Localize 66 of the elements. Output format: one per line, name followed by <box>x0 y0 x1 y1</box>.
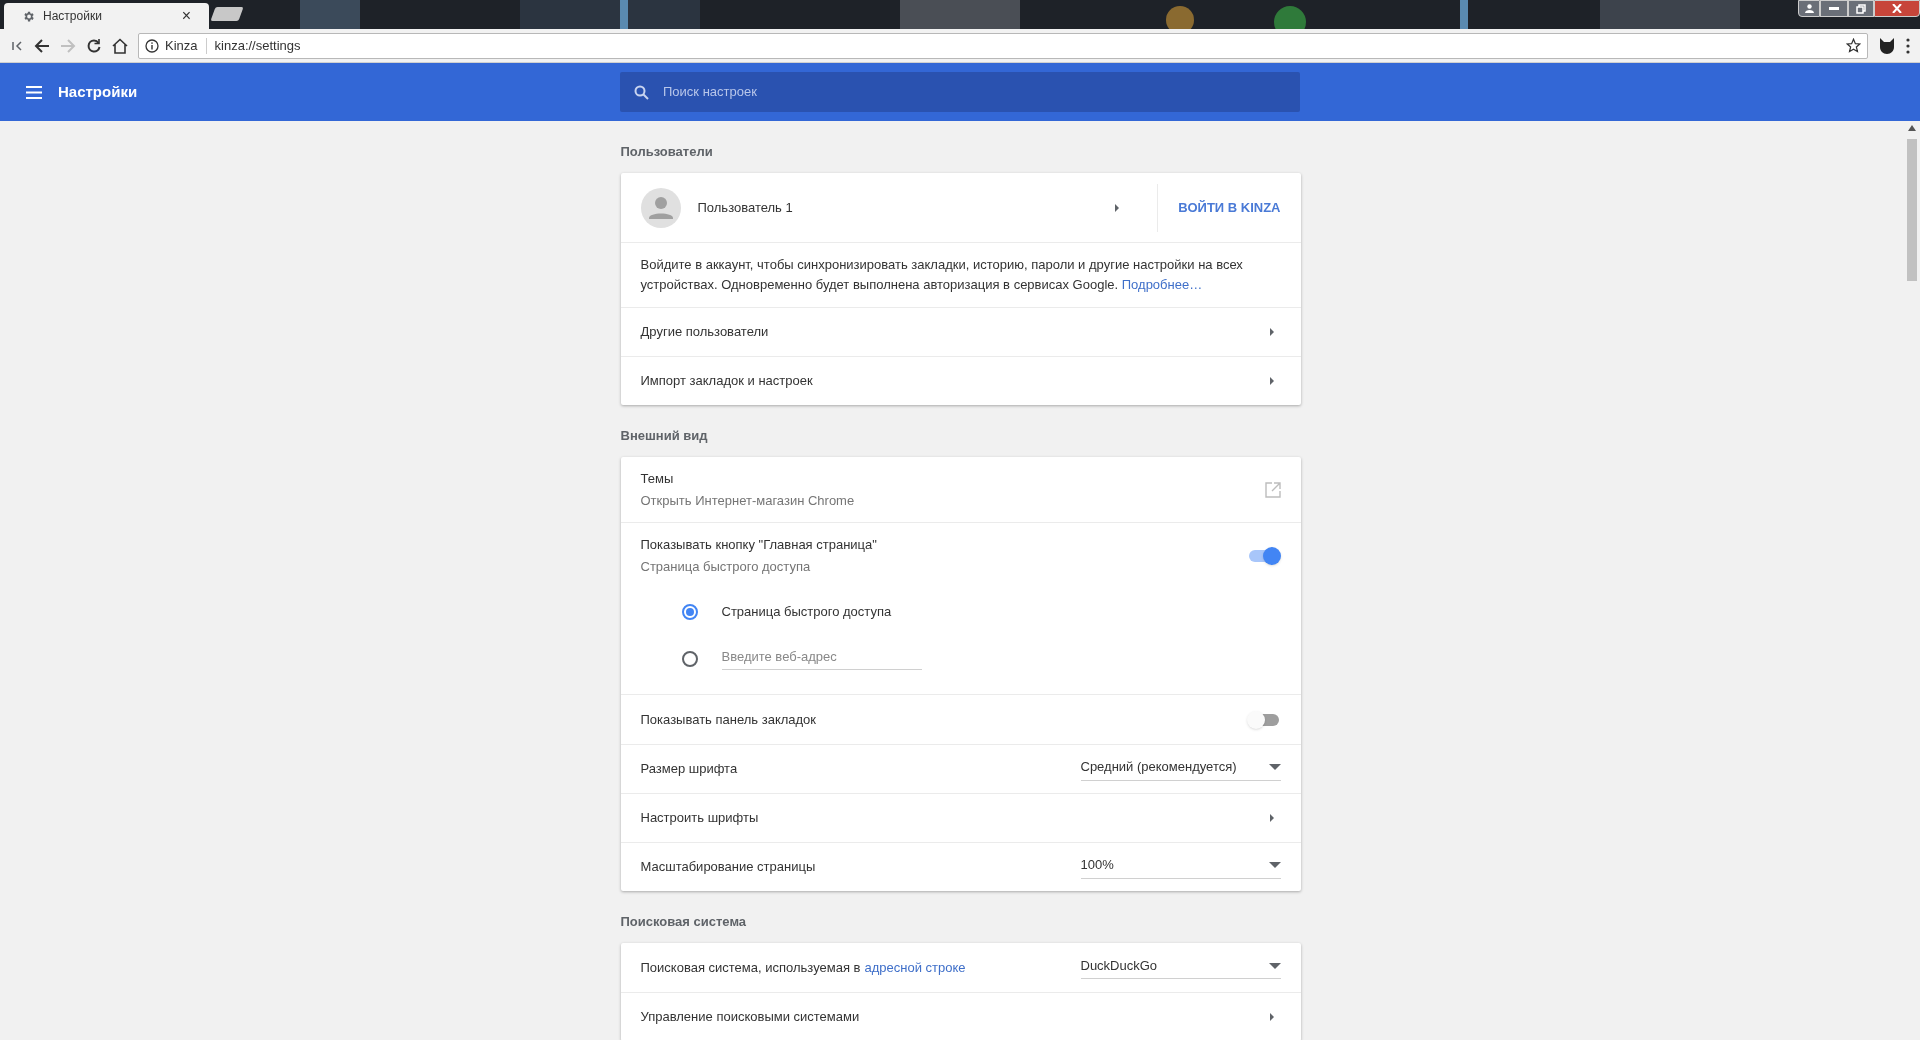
address-bar-link[interactable]: адресной строке <box>864 957 966 978</box>
arrow-right-icon <box>1268 376 1275 386</box>
section-title: Пользователи <box>620 143 713 162</box>
setting-label: Темы <box>640 470 675 488</box>
arrow-right-icon <box>1114 202 1121 213</box>
menu-icon[interactable] <box>26 85 42 99</box>
setting-label: Поисковая система, используемая в <box>640 958 861 977</box>
tab-close-button[interactable]: × <box>181 4 191 28</box>
close-icon <box>1892 4 1902 13</box>
address-bar[interactable]: Kinza kinza://settings <box>138 32 1868 59</box>
dropdown-select[interactable]: DuckDuckGo <box>1080 955 1281 980</box>
user-name[interactable]: Пользователь 1 <box>697 197 1115 218</box>
browser-tab[interactable]: Настройки × <box>4 3 209 29</box>
setting-label: Управление поисковыми системами <box>640 1008 860 1027</box>
home-icon[interactable] <box>112 37 128 54</box>
radio-button[interactable] <box>681 603 698 620</box>
site-name: Kinza <box>165 36 198 55</box>
setting-sublabel: Страница быстрого доступа <box>640 557 812 576</box>
close-button[interactable] <box>1874 0 1920 17</box>
search-input[interactable]: Поиск настроек <box>663 82 1300 102</box>
first-page-icon[interactable] <box>10 38 24 53</box>
restore-button[interactable] <box>1848 0 1874 17</box>
url-text: kinza://settings <box>214 36 302 55</box>
url-input-field[interactable]: Введите веб-адрес <box>721 646 922 671</box>
section-title: Поисковая система <box>620 913 747 932</box>
setting-sublabel: Открыть Интернет-магазин Chrome <box>640 491 855 510</box>
setting-label: Импорт закладок и настроек <box>640 372 813 391</box>
page-title: Настройки <box>58 81 138 102</box>
search-bar[interactable]: Поиск настроек <box>620 72 1300 112</box>
search-icon <box>634 84 649 100</box>
settings-icon <box>22 9 35 23</box>
setting-label: Показывать панель закладок <box>640 710 817 729</box>
cat-head-icon[interactable] <box>1878 36 1896 55</box>
back-icon[interactable] <box>34 37 50 54</box>
scroll-up-icon[interactable] <box>1907 125 1916 131</box>
caret-icon <box>1268 764 1281 770</box>
arrow-right-icon <box>1268 1012 1275 1022</box>
radio-button[interactable] <box>681 650 698 667</box>
section-title: Внешний вид <box>620 427 708 446</box>
sync-description: Войдите в аккаунт, чтобы синхронизировать закладки, историю, пароли и другие настройки на всех устройствах. Одновременно будет выполнена авторизация в сервисах Google. Подробнее… <box>640 256 1244 294</box>
tab-title: Настройки <box>43 8 103 25</box>
caret-icon <box>1268 862 1281 868</box>
star-icon[interactable] <box>1846 38 1861 53</box>
learn-more-link[interactable]: Подробнее… <box>1121 277 1203 292</box>
dropdown-select[interactable]: Средний (рекомендуется) <box>1080 757 1281 781</box>
setting-label: Показывать кнопку "Главная страница" <box>640 536 877 554</box>
minimize-button[interactable] <box>1820 0 1848 17</box>
caret-icon <box>1268 962 1281 969</box>
dropdown-select[interactable]: 100% <box>1080 855 1281 879</box>
setting-label: Другие пользователи <box>640 323 769 342</box>
setting-label: Масштабирование страницы <box>640 858 816 877</box>
profile-button[interactable] <box>1798 0 1820 17</box>
setting-label: Размер шрифта <box>640 760 738 779</box>
setting-label: Настроить шрифты <box>640 809 759 828</box>
arrow-right-icon <box>1268 327 1275 337</box>
info-icon <box>145 38 159 53</box>
person-icon <box>1804 4 1814 13</box>
reload-icon[interactable] <box>86 37 102 54</box>
scrollbar-thumb[interactable] <box>1906 139 1917 281</box>
restore-icon <box>1856 3 1866 14</box>
radio-label[interactable]: Страница быстрого доступа <box>721 601 892 622</box>
avatar-icon <box>640 187 681 228</box>
toggle-switch[interactable] <box>1246 710 1281 729</box>
menu-dots-icon[interactable] <box>1906 37 1910 54</box>
arrow-right-icon <box>1268 813 1275 823</box>
sign-in-button[interactable]: ВОЙТИ В KINZA <box>1158 187 1301 228</box>
